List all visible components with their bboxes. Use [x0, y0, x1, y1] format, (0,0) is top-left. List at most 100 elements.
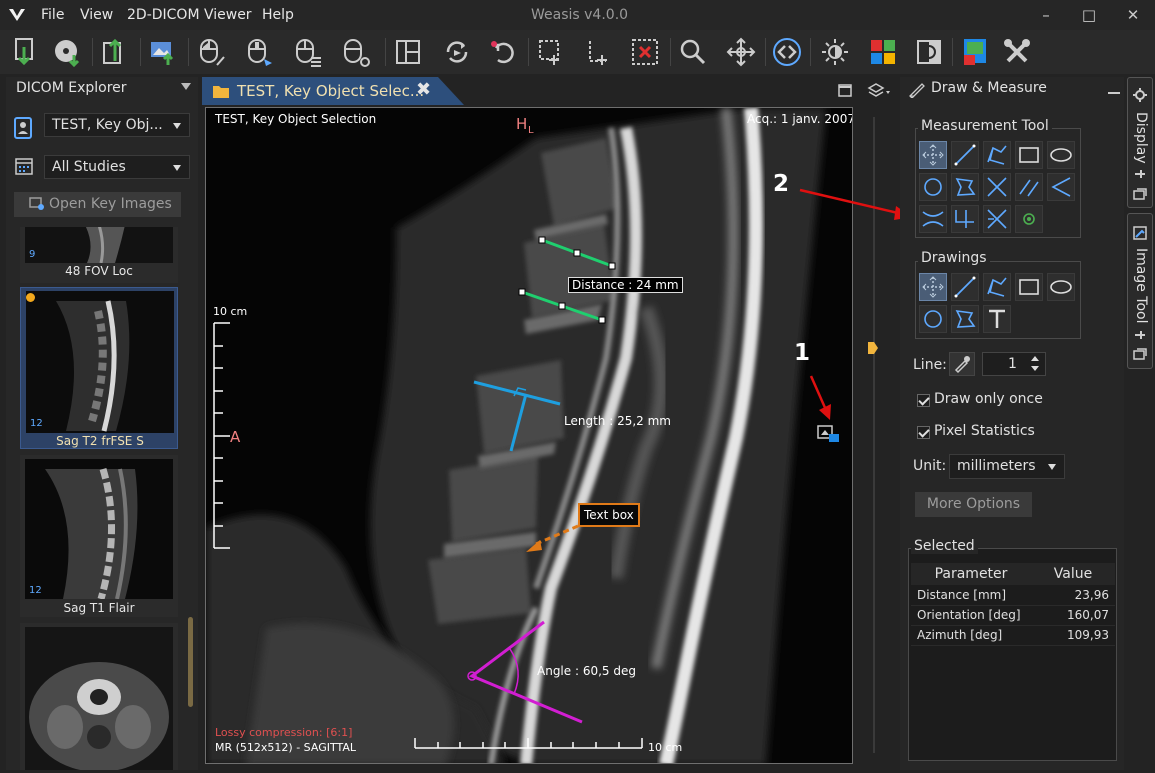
export-dicom-icon[interactable]	[98, 35, 132, 69]
menu-file[interactable]: File	[41, 7, 64, 23]
tool-ellipse[interactable]	[1047, 273, 1075, 301]
spinner-down-icon[interactable]	[1031, 366, 1039, 371]
zoom-icon[interactable]	[676, 35, 710, 69]
tool-polyline[interactable]	[983, 273, 1011, 301]
maximize-view-icon[interactable]	[838, 84, 852, 97]
close-window-button[interactable]: ✕	[1124, 6, 1142, 24]
float-window-icon[interactable]	[1133, 188, 1147, 200]
viewer-slider-track[interactable]	[873, 117, 875, 753]
mouse-right-action-icon[interactable]	[290, 35, 324, 69]
stats-value: 160,07	[1031, 605, 1115, 626]
table-row[interactable]: Azimuth [deg] 109,93	[911, 625, 1115, 646]
tool-line[interactable]	[951, 273, 979, 301]
studies-combo[interactable]: All Studies	[44, 155, 190, 179]
tool-circle[interactable]	[919, 305, 947, 333]
more-options-button[interactable]: More Options	[915, 492, 1032, 517]
tool-text[interactable]	[983, 305, 1011, 333]
slider-thumb-icon[interactable]	[867, 341, 879, 355]
import-dicom-icon[interactable]	[10, 35, 44, 69]
maximize-button[interactable]: □	[1080, 6, 1098, 24]
spinner-up-icon[interactable]	[1031, 356, 1039, 361]
tool-open-angle[interactable]	[951, 205, 979, 233]
tool-polygon[interactable]	[951, 173, 979, 201]
tool-polyline[interactable]	[983, 141, 1011, 169]
tool-perpendicular[interactable]	[983, 173, 1011, 201]
tab-key-object-selection[interactable]: TEST, Key Object Selec... ✖	[202, 77, 464, 105]
export-image-icon[interactable]	[146, 35, 180, 69]
reset-icon[interactable]	[486, 35, 520, 69]
mouse-middle-action-icon[interactable]	[242, 35, 276, 69]
table-row[interactable]: Distance [mm] 23,96	[911, 585, 1115, 606]
distance-measurement-label[interactable]: Distance : 24 mm	[568, 277, 683, 293]
series-image-count: 12	[29, 585, 42, 596]
import-cd-icon[interactable]	[50, 35, 84, 69]
tool-selection[interactable]	[919, 141, 947, 169]
pixel-statistics-checkbox[interactable]	[917, 426, 930, 439]
thumbnails-scrollbar[interactable]	[188, 617, 193, 707]
draw-only-once-checkbox[interactable]	[917, 394, 930, 407]
mouse-left-action-icon[interactable]	[194, 35, 228, 69]
tool-four-point-angle[interactable]	[983, 205, 1011, 233]
series-thumbnail[interactable]: 9 48 FOV Loc	[20, 227, 178, 283]
unit-combo[interactable]: millimeters	[949, 454, 1065, 479]
selection-icon	[922, 144, 944, 166]
tool-ellipse[interactable]	[1047, 141, 1075, 169]
tab-image-tool[interactable]: Image Tool	[1127, 213, 1153, 369]
invert-icon[interactable]	[912, 35, 946, 69]
export-view-icon[interactable]	[958, 35, 992, 69]
tool-angle[interactable]	[1047, 173, 1075, 201]
tab-display[interactable]: Display	[1127, 77, 1153, 208]
tool-polygon[interactable]	[951, 305, 979, 333]
angle-measurement-label[interactable]: Angle : 60,5 deg	[537, 664, 636, 678]
tools-icon[interactable]	[1000, 35, 1034, 69]
tool-circle[interactable]	[919, 173, 947, 201]
length-measurement-label[interactable]: Length : 25,2 mm	[564, 414, 671, 428]
orientation-left-label: A	[230, 428, 241, 446]
layers-menu-icon[interactable]	[866, 81, 892, 101]
tool-rectangle[interactable]	[1015, 273, 1043, 301]
perpendicular-icon	[987, 177, 1007, 197]
table-row[interactable]: Orientation [deg] 160,07	[911, 605, 1115, 626]
panel-menu-caret-icon[interactable]	[181, 83, 191, 90]
color-picker-button[interactable]	[949, 352, 975, 376]
series-thumbnails: 9 48 FOV Loc 12 Sag T2 frFSE S 12 Sag T1…	[20, 227, 178, 770]
close-tab-icon[interactable]: ✖	[416, 79, 431, 100]
pin-icon[interactable]	[1133, 329, 1147, 341]
menu-2d-dicom-viewer[interactable]: 2D-DICOM Viewer	[127, 7, 252, 23]
mouse-wheel-action-icon[interactable]	[338, 35, 372, 69]
tool-rectangle[interactable]	[1015, 141, 1043, 169]
panel-minimize-icon[interactable]	[1108, 92, 1120, 94]
measure-select-icon[interactable]	[534, 35, 568, 69]
pan-icon[interactable]	[724, 35, 758, 69]
selected-title: Selected	[911, 538, 978, 554]
layout-icon[interactable]	[392, 35, 426, 69]
menu-help[interactable]: Help	[262, 7, 294, 23]
display-icon[interactable]	[818, 35, 852, 69]
draw-select-icon[interactable]	[582, 35, 616, 69]
text-box-annotation[interactable]: Text box	[578, 503, 640, 527]
eyedropper-icon	[954, 356, 970, 374]
pin-icon[interactable]	[1133, 168, 1147, 180]
minimize-button[interactable]: –	[1037, 6, 1055, 24]
lut-icon[interactable]	[866, 35, 900, 69]
stats-value: 109,93	[1031, 625, 1115, 646]
tool-selection[interactable]	[919, 273, 947, 301]
angle-icon	[1051, 177, 1071, 197]
synch-icon[interactable]	[440, 35, 474, 69]
open-key-images-button[interactable]: Open Key Images	[14, 192, 181, 217]
pixel-statistics-label: Pixel Statistics	[934, 423, 1035, 439]
delete-selection-icon[interactable]	[628, 35, 662, 69]
tool-cobb-angle[interactable]	[919, 205, 947, 233]
tool-pixel-info[interactable]	[1015, 205, 1043, 233]
image-viewer[interactable]: TEST, Key Object Selection Acq.: 1 janv.…	[205, 107, 853, 764]
tool-line[interactable]	[951, 141, 979, 169]
float-window-icon[interactable]	[1133, 348, 1147, 360]
cine-icon[interactable]	[770, 35, 804, 69]
series-thumbnail[interactable]	[20, 623, 178, 770]
patient-combo[interactable]: TEST, Key Obj...	[44, 113, 190, 137]
line-width-spinner[interactable]: 1	[982, 352, 1046, 376]
series-thumbnail[interactable]: 12 Sag T2 frFSE S	[20, 287, 178, 449]
series-thumbnail[interactable]: 12 Sag T1 Flair	[20, 455, 178, 617]
menu-view[interactable]: View	[80, 7, 113, 23]
tool-parallel[interactable]	[1015, 173, 1043, 201]
